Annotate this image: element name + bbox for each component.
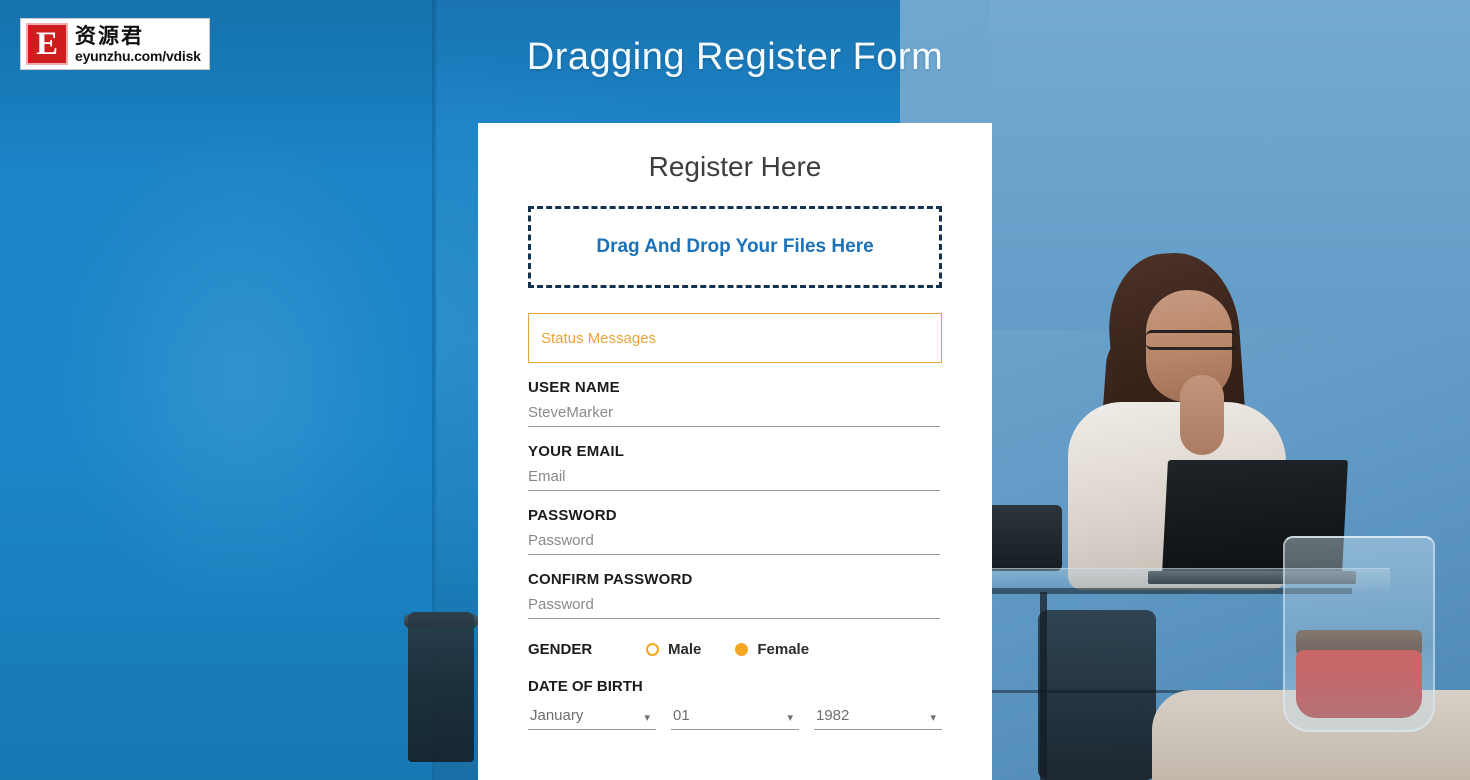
gender-option-female[interactable]: Female: [735, 641, 809, 658]
radio-checked-icon[interactable]: [735, 643, 749, 656]
site-logo: E 资源君 eyunzhu.com/vdisk: [20, 18, 210, 70]
background-woman-arm: [1180, 375, 1224, 455]
dob-year-select[interactable]: 1982: [814, 705, 942, 730]
dob-day-wrap: 01 ▾: [671, 705, 799, 730]
background-camera-device: [988, 505, 1062, 571]
status-messages-box: Status Messages: [528, 313, 942, 363]
field-email: YOUR EMAIL: [528, 443, 942, 491]
dob-month-select[interactable]: January: [528, 705, 656, 730]
background-glass-vase: [1283, 536, 1435, 732]
register-card: Register Here Drag And Drop Your Files H…: [478, 123, 992, 780]
status-message-text: Status Messages: [541, 329, 657, 347]
logo-chinese-name: 资源君: [75, 23, 144, 48]
field-confirm-password: CONFIRM PASSWORD: [528, 571, 942, 619]
page-root: E 资源君 eyunzhu.com/vdisk Dragging Registe…: [0, 0, 1470, 780]
dob-month-wrap: January ▾: [528, 705, 656, 730]
background-blue-wall-left: [0, 0, 436, 780]
page-title: Dragging Register Form: [526, 36, 944, 78]
field-label-confirm-password: CONFIRM PASSWORD: [528, 571, 693, 588]
field-label-username: USER NAME: [528, 379, 620, 396]
gender-option-male-label: Male: [668, 641, 702, 658]
file-dropzone[interactable]: Drag And Drop Your Files Here: [528, 206, 942, 288]
password-input[interactable]: [528, 532, 940, 555]
register-form: Drag And Drop Your Files Here Status Mes…: [478, 206, 992, 730]
confirm-password-input[interactable]: [528, 596, 940, 619]
background-table-leg: [1040, 592, 1047, 780]
field-username: USER NAME: [528, 379, 942, 427]
dob-label: DATE OF BIRTH: [528, 678, 643, 695]
email-input[interactable]: [528, 468, 940, 491]
field-label-password: PASSWORD: [528, 507, 617, 524]
username-input[interactable]: [528, 404, 940, 427]
radio-unchecked-icon[interactable]: [646, 643, 659, 656]
logo-text-block: 资源君 eyunzhu.com/vdisk: [75, 23, 201, 65]
field-label-email: YOUR EMAIL: [528, 443, 625, 460]
field-password: PASSWORD: [528, 507, 942, 555]
logo-initial-icon: E: [26, 23, 68, 65]
background-chair: [1038, 610, 1156, 780]
background-trash-bin: [408, 612, 474, 762]
logo-url: eyunzhu.com/vdisk: [75, 48, 201, 64]
background-woman-glasses: [1146, 330, 1236, 350]
gender-option-male[interactable]: Male: [646, 641, 701, 658]
dob-row: January ▾ 01 ▾ 1982 ▾: [528, 705, 942, 730]
dob-day-select[interactable]: 01: [671, 705, 799, 730]
gender-row: GENDER Male Female: [528, 641, 942, 658]
card-heading: Register Here: [648, 151, 822, 182]
dropzone-label: Drag And Drop Your Files Here: [596, 236, 874, 257]
gender-label: GENDER: [528, 641, 593, 658]
dob-year-wrap: 1982 ▾: [814, 705, 942, 730]
gender-option-female-label: Female: [757, 641, 810, 658]
